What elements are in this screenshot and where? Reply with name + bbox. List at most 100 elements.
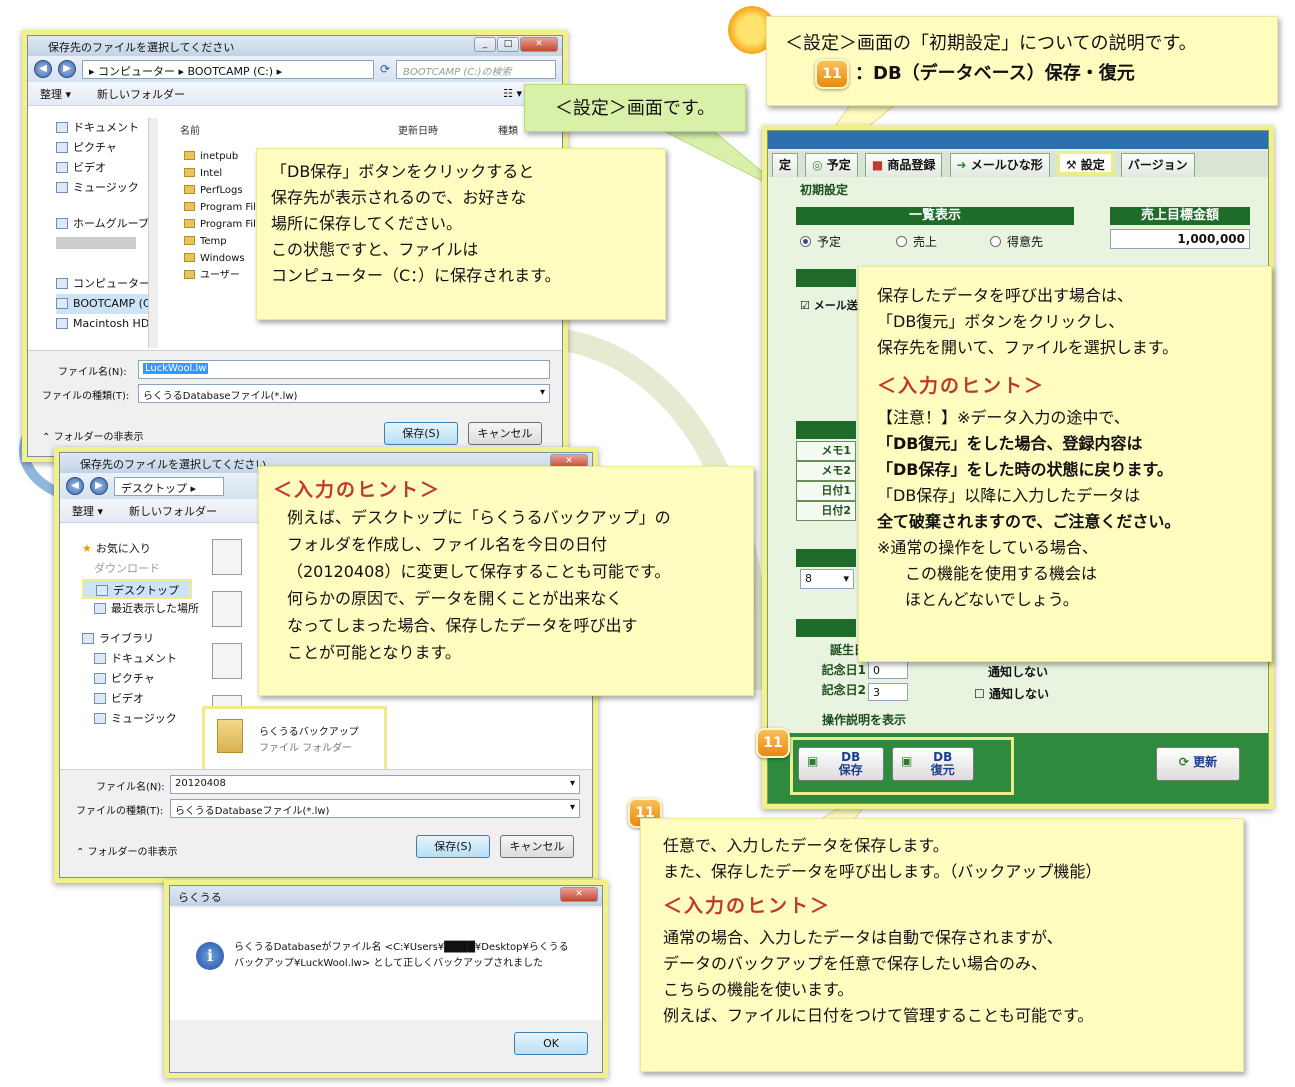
hide-folders-toggle[interactable]: ⌃ フォルダーの非表示 [76,843,178,858]
app-tabs: 定 ◎ 予定 ■ 商品登録 ➜ メールひな形 ⚒ 設定 バージョン [768,151,1268,177]
nav-item-downloads[interactable]: ダウンロード [82,559,192,579]
callout-line: （20120408）に変更して保存することも可能です。 [287,562,671,581]
callout-line: 保存先が表示されるので、お好きな [271,188,527,207]
list-item[interactable]: PerfLogs [184,182,256,199]
folder-icon [184,168,195,177]
col-date[interactable]: 更新日時 [398,122,438,137]
notify-checkbox-2[interactable]: ☐ 通知しない [974,685,1049,702]
list-item[interactable]: Program Fil [184,199,256,216]
mail-checkbox[interactable]: ☑ メール送 [800,297,858,313]
show-help-checkbox[interactable]: 操作説明を表示 [822,711,906,728]
callout-line: また、保存したデータを呼び出します。（バックアップ機能） [663,862,1102,881]
list-item[interactable]: inetpub [184,148,256,165]
dialog1-nav-pane: ドキュメント ピクチャ ビデオ ミュージック ホームグループ コンピューター B… [56,118,157,334]
option-select[interactable]: 8 ▾ [800,569,854,589]
forward-icon[interactable]: ▶ [58,60,76,78]
callout-line: 保存したデータを呼び出す場合は、 [877,286,1134,305]
minimize-button[interactable]: _ [474,37,496,52]
list-item[interactable]: Program Fil [184,216,256,233]
folder-icon [184,236,195,245]
nav-item-homegroup[interactable]: ホームグループ [56,214,156,234]
list-item[interactable]: Intel [184,165,256,182]
radio-sales[interactable]: 売上 [896,233,937,250]
db-restore-button[interactable]: ▣ DB 復元 [892,747,974,781]
nav-item-music[interactable]: ミュージック [56,178,156,198]
organize-menu[interactable]: 整理 ▾ [40,86,71,102]
tab-partial[interactable]: 定 [772,153,799,177]
nav-item-favorites[interactable]: ★ お気に入り [82,539,192,559]
back-icon[interactable]: ◀ [34,60,52,78]
nav-item-computer[interactable]: コンピューター [56,274,156,294]
db-save-callout: 「DB保存」ボタンをクリックすると 保存先が表示されるので、お好きな 場所に保存… [256,148,666,320]
filename-label: ファイル名(N): [58,367,127,378]
nav-item-bootcamp[interactable]: BOOTCAMP (C: [56,294,156,314]
nav-item-recent[interactable]: 最近表示した場所 [82,599,199,619]
filetype-select[interactable]: らくうるDatabaseファイル(*.lw) ▾ [138,384,550,403]
chevron-down-icon: ▾ [569,778,575,789]
tab-version[interactable]: バージョン [1120,153,1195,177]
nav-item-user[interactable] [56,234,156,254]
forward-icon[interactable]: ▶ [90,477,108,495]
nav-item-documents[interactable]: ドキュメント [82,649,192,669]
filetype-label: ファイルの種類(T): [42,391,130,402]
tab-schedule[interactable]: ◎ 予定 [805,153,858,177]
close-button[interactable]: ✕ [560,887,598,902]
save-button[interactable]: 保存(S) [416,835,490,858]
nav-item-macintosh[interactable]: Macintosh HD ( [56,314,157,334]
anniversary1-days[interactable]: 0 [868,661,908,679]
nav-item-videos[interactable]: ビデオ [56,158,156,178]
tab-settings[interactable]: ⚒ 設定 [1056,151,1114,175]
new-folder-button[interactable]: 新しいフォルダー [129,503,217,519]
radio-customer[interactable]: 得意先 [990,233,1043,250]
list-item[interactable]: Windows [184,250,256,267]
back-icon[interactable]: ◀ [66,477,84,495]
sales-target-input[interactable]: 1,000,000 [1110,229,1250,249]
dialog1-search-input[interactable]: BOOTCAMP (C:)の検索 [396,59,556,79]
refresh-icon[interactable]: ⟳ [380,62,390,76]
cancel-button[interactable]: キャンセル [500,835,574,858]
filename-input[interactable]: LuckWool.lw [138,360,550,379]
filetype-select[interactable]: らくうるDatabaseファイル(*.lw) ▾ [170,799,580,818]
new-folder-button[interactable]: 新しいフォルダー [97,86,185,102]
close-button[interactable]: ✕ [520,37,558,52]
nav-item-libraries[interactable]: ライブラリ [82,629,192,649]
radio-schedule[interactable]: 予定 [800,235,841,249]
ok-button[interactable]: OK [514,1032,588,1055]
nav-item-documents[interactable]: ドキュメント [56,118,156,138]
nav-item-desktop[interactable]: デスクトップ [82,579,192,599]
table-row: 記念日1 [821,663,866,677]
cancel-button[interactable]: キャンセル [468,422,542,445]
table-row: メモ2 [796,461,856,481]
nav-item-videos[interactable]: ビデオ [82,689,192,709]
dialog2-address-bar[interactable]: デスクトップ ▸ [114,476,224,496]
file-thumbnail[interactable] [212,643,242,679]
save-button[interactable]: 保存(S) [384,422,458,445]
anniversary2-days[interactable]: 3 [868,683,908,701]
organize-menu[interactable]: 整理 ▾ [72,503,103,519]
folder-icon [184,219,195,228]
view-icon[interactable]: ☷ ▾ [503,87,522,100]
nav-item-pictures[interactable]: ピクチャ [56,138,156,158]
tab-mail-template[interactable]: ➜ メールひな形 [949,153,1050,177]
breadcrumb-drive[interactable]: BOOTCAMP (C:) [188,65,274,78]
nav-item-music[interactable]: ミュージック [82,709,192,729]
file-thumbnail[interactable] [212,591,242,627]
maximize-button[interactable]: □ [497,37,519,52]
list-item[interactable]: ユーザー [184,267,256,284]
dialog1-address-bar[interactable]: ▸ コンピューター ▸ BOOTCAMP (C:) ▸ [82,59,374,79]
memo-header [796,421,856,439]
nav-item-pictures[interactable]: ピクチャ [82,669,192,689]
breadcrumb-computer[interactable]: コンピューター [98,65,175,78]
col-type[interactable]: 種類 [498,122,518,137]
col-name[interactable]: 名前 [180,126,200,137]
filename-input[interactable]: 20120408 ▾ [170,775,580,794]
list-item[interactable]: Temp [184,233,256,250]
hide-folders-toggle[interactable]: ⌃ フォルダーの非表示 [42,428,144,443]
tab-product[interactable]: ■ 商品登録 [864,153,943,177]
update-button[interactable]: ⟳ 更新 [1156,747,1240,781]
file-thumbnail[interactable] [212,539,242,575]
backup-folder-item[interactable]: らくうるバックアップ ファイル フォルダー [202,706,387,772]
nav-scrollbar[interactable] [148,118,158,348]
db-save-button[interactable]: ▣ DB 保存 [798,747,884,781]
notify-checkbox-1[interactable]: 通知しない [988,663,1048,680]
